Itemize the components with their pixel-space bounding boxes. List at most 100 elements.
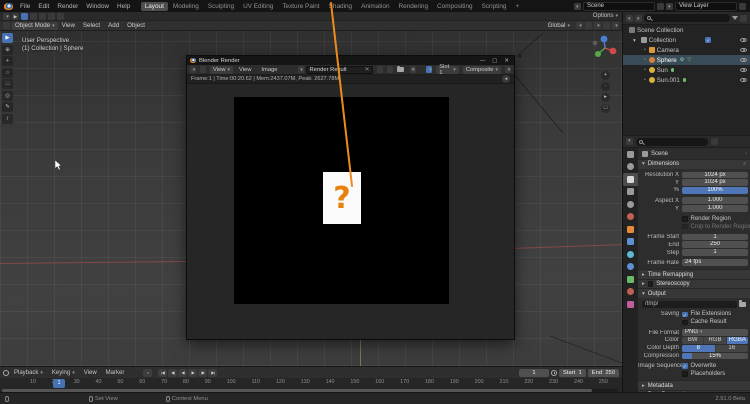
mode-dropdown[interactable]: Object Mode xyxy=(12,22,58,30)
crop-to-render-region-checkbox[interactable] xyxy=(682,224,688,230)
zoom-icon[interactable]: + xyxy=(601,71,610,80)
panel-grip-icon[interactable]: ≡ xyxy=(743,161,747,167)
panel-dimensions[interactable]: Dimensions ≡ xyxy=(638,159,750,169)
view-layer-browse-icon[interactable] xyxy=(666,3,673,10)
frame-step-field[interactable]: 1 xyxy=(682,249,748,256)
rotate-tool[interactable]: ○ xyxy=(2,68,13,78)
cursor-tool[interactable]: ⊕ xyxy=(2,45,13,55)
measure-tool[interactable]: / xyxy=(2,114,13,124)
blender-logo-icon[interactable] xyxy=(4,3,13,10)
playback-menu[interactable]: Playback xyxy=(10,370,47,376)
select-intersect-icon[interactable] xyxy=(57,13,64,20)
tab-modeling[interactable]: Modeling xyxy=(169,2,203,11)
pivot-point-icon[interactable] xyxy=(576,22,583,29)
tab-material[interactable] xyxy=(623,286,638,299)
tab-modifiers[interactable] xyxy=(623,236,638,249)
resolution-x-field[interactable]: 1024 px xyxy=(682,172,748,179)
timeline-ruler[interactable]: 1020304050607080901001101201301401501601… xyxy=(30,379,608,387)
falloff-icon[interactable] xyxy=(612,22,619,29)
orthographic-toggle-icon[interactable]: □ xyxy=(601,104,610,113)
tab-tool[interactable] xyxy=(623,148,638,161)
outliner-row-sun[interactable]: • Sun xyxy=(623,65,750,75)
properties-editor-type-icon[interactable] xyxy=(626,138,633,145)
pan-hand-icon[interactable]: · xyxy=(601,82,610,91)
render-pass-dropdown[interactable]: Composite xyxy=(463,66,501,74)
close-icon[interactable]: ✕ xyxy=(504,58,509,64)
slot-dropdown[interactable]: Slot 1 xyxy=(436,66,459,74)
auto-keying-button[interactable]: ○ xyxy=(143,369,152,377)
tab-object[interactable] xyxy=(623,223,638,236)
eye-icon[interactable] xyxy=(740,68,747,73)
render-region-checkbox[interactable] xyxy=(682,216,688,222)
image-mode-dropdown[interactable]: View xyxy=(210,66,233,74)
depth-8-option[interactable]: 8 xyxy=(682,345,716,352)
menu-render[interactable]: Render xyxy=(53,3,82,10)
outliner-search-input[interactable] xyxy=(644,14,730,22)
outliner-row-sphere[interactable]: • Sphere ⚙ ▽ xyxy=(623,55,750,65)
jump-start-button[interactable]: |◀ xyxy=(158,369,167,377)
folder-icon[interactable] xyxy=(739,302,746,307)
eye-icon[interactable] xyxy=(740,38,747,43)
eye-icon[interactable] xyxy=(740,58,747,63)
menu-add[interactable]: Add xyxy=(104,22,123,29)
next-keyframe-button[interactable]: |▶ xyxy=(198,369,207,377)
transform-tool[interactable]: ◎ xyxy=(2,91,13,101)
preview-range-icon[interactable] xyxy=(551,370,557,376)
minimize-icon[interactable]: — xyxy=(480,58,486,64)
image-view-menu[interactable]: View xyxy=(235,67,255,73)
play-reverse-button[interactable]: ◀ xyxy=(178,369,187,377)
menu-edit[interactable]: Edit xyxy=(34,3,53,10)
tab-add-workspace[interactable]: + xyxy=(511,2,523,11)
panel-time-remapping[interactable]: Time Remapping xyxy=(638,269,750,279)
tab-animation[interactable]: Animation xyxy=(357,2,393,11)
menu-window[interactable]: Window xyxy=(82,3,113,10)
color-bw-option[interactable]: BW xyxy=(682,337,704,344)
frame-rate-dropdown[interactable]: 24 fps xyxy=(682,259,748,266)
maximize-icon[interactable]: ▢ xyxy=(492,58,497,64)
transform-orientation-dropdown[interactable]: Global xyxy=(544,22,574,29)
timeline-editor-type-icon[interactable] xyxy=(3,370,9,376)
placeholders-checkbox[interactable] xyxy=(682,371,688,377)
scroll-back-icon[interactable]: ◂ xyxy=(502,75,510,83)
options-button[interactable]: Options xyxy=(589,13,622,19)
resolution-y-field[interactable]: 1024 px xyxy=(682,179,748,186)
menu-select[interactable]: Select xyxy=(79,22,104,29)
tab-uv-editing[interactable]: UV Editing xyxy=(239,2,277,11)
eye-icon[interactable] xyxy=(740,48,747,53)
depth-16-option[interactable]: 16 xyxy=(716,345,749,352)
play-button[interactable]: ▶ xyxy=(188,369,197,377)
file-extensions-checkbox[interactable]: ✓ xyxy=(682,312,688,318)
cache-result-checkbox[interactable] xyxy=(682,320,688,326)
new-view-layer-icon[interactable] xyxy=(739,3,746,10)
menu-object[interactable]: Object xyxy=(123,22,149,29)
proportional-edit-icon[interactable] xyxy=(603,22,610,29)
aspect-y-field[interactable]: 1.000 xyxy=(682,205,748,212)
tab-scripting[interactable]: Scripting xyxy=(478,2,511,11)
stereoscopy-checkbox[interactable] xyxy=(648,281,654,287)
frame-start-field[interactable]: 1 xyxy=(682,234,748,241)
color-rgb-option[interactable]: RGB xyxy=(704,337,726,344)
overwrite-checkbox[interactable]: ✓ xyxy=(682,363,688,369)
keying-menu[interactable]: Keying xyxy=(48,370,79,376)
select-box-option-icon[interactable] xyxy=(21,13,28,20)
editor-type-3d-icon[interactable] xyxy=(3,22,10,29)
select-box-tool[interactable]: ▶ xyxy=(2,33,13,43)
current-frame-field[interactable]: 1 xyxy=(519,369,549,377)
outliner-filter-collection-icon[interactable] xyxy=(635,15,642,22)
tab-rendering[interactable]: Rendering xyxy=(395,2,433,11)
panel-metadata[interactable]: Metadata xyxy=(638,380,750,390)
jump-end-button[interactable]: ▶| xyxy=(208,369,217,377)
tab-shading[interactable]: Shading xyxy=(325,2,356,11)
menu-help[interactable]: Help xyxy=(113,3,134,10)
eye-icon[interactable] xyxy=(740,78,747,83)
color-depth-segmented[interactable]: 8 16 xyxy=(682,345,748,352)
move-tool[interactable]: + xyxy=(2,56,13,66)
outliner-row-sun-001[interactable]: • Sun.001 xyxy=(623,75,750,85)
unlink-icon[interactable]: ✕ xyxy=(410,66,416,73)
tab-texture[interactable] xyxy=(623,298,638,311)
color-mode-segmented[interactable]: BW RGB RGBA xyxy=(682,337,748,344)
tab-view-layer[interactable] xyxy=(623,186,638,199)
outliner-new-collection-icon[interactable] xyxy=(740,15,747,22)
menu-file[interactable]: File xyxy=(16,3,34,10)
display-channels-icon[interactable] xyxy=(426,66,432,73)
